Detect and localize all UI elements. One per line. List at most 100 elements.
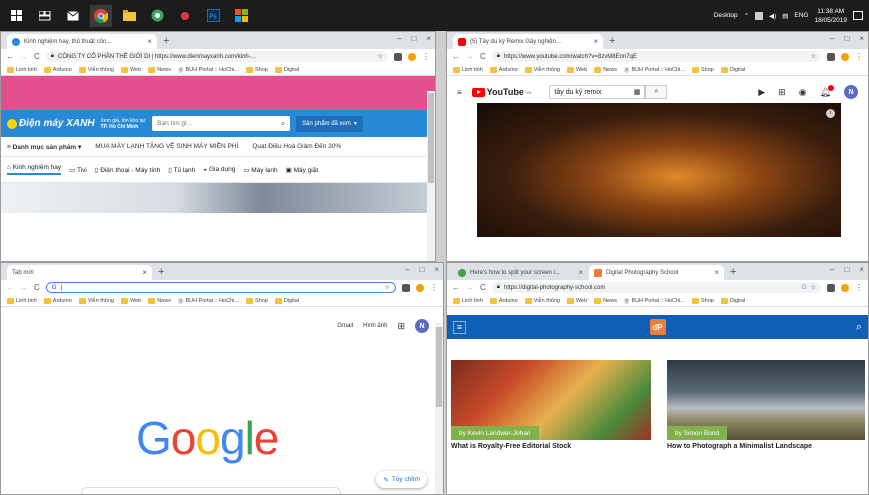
keyboard-icon[interactable]: ▦ bbox=[634, 88, 641, 96]
bookmark-folder[interactable]: Linh tinh bbox=[7, 66, 37, 73]
category-may-giat[interactable]: ▣ Máy giặt bbox=[286, 166, 319, 174]
bookmark-folder[interactable]: Linh tinh bbox=[453, 66, 483, 73]
star-icon[interactable]: ☆ bbox=[385, 284, 390, 291]
bookmark-folder[interactable]: Web bbox=[566, 297, 587, 304]
close-tab-icon[interactable]: × bbox=[147, 37, 152, 46]
customize-button[interactable]: ✎ Tùy chỉnh bbox=[376, 471, 427, 488]
bookmark-folder[interactable]: News bbox=[594, 66, 617, 73]
desktop-label[interactable]: Desktop bbox=[714, 12, 738, 19]
bookmark-folder[interactable]: News bbox=[594, 297, 617, 304]
new-tab-icon[interactable]: + bbox=[163, 35, 169, 47]
tab-dienmayxanh[interactable]: Kinh nghiệm hay, thủ thuật côn... × bbox=[7, 34, 157, 49]
tray-app-icon[interactable] bbox=[755, 11, 764, 20]
close-tab-icon[interactable]: × bbox=[714, 268, 719, 277]
extension-icon[interactable] bbox=[416, 283, 424, 292]
video-player[interactable]: i bbox=[477, 103, 841, 237]
category-menu-button[interactable]: ≡ Danh mục sản phẩm ▾ bbox=[7, 143, 81, 151]
category-dien-thoai[interactable]: ▯ Điện thoại - Máy tính bbox=[95, 166, 160, 174]
promo-link[interactable]: Quạt Điều Hoà Giảm Đến 30% bbox=[252, 143, 341, 150]
language-indicator[interactable]: ENG bbox=[794, 12, 808, 19]
new-tab-icon[interactable]: + bbox=[609, 35, 615, 47]
close-tab-icon[interactable]: × bbox=[593, 37, 598, 46]
tab-dps[interactable]: Digital Photography School × bbox=[589, 265, 724, 280]
search-box[interactable] bbox=[81, 487, 341, 494]
bookmark-folder[interactable]: Linh tinh bbox=[453, 297, 483, 304]
star-icon[interactable]: ☆ bbox=[378, 53, 383, 60]
category-tu-lanh[interactable]: ▯ Tủ lạnh bbox=[168, 166, 195, 174]
bookmark-folder[interactable]: Arduino bbox=[489, 297, 518, 304]
bookmark-folder[interactable]: Web bbox=[566, 66, 587, 73]
close-window-icon[interactable]: × bbox=[426, 34, 431, 43]
extension-icon[interactable] bbox=[402, 283, 410, 292]
network-icon[interactable]: ▤ bbox=[782, 12, 788, 20]
article-title[interactable]: What is Royalty-Free Editorial Stock bbox=[451, 443, 571, 450]
maximize-icon[interactable]: □ bbox=[419, 265, 424, 274]
forward-icon[interactable]: → bbox=[20, 283, 28, 292]
article-card-image[interactable]: by Simon Bond bbox=[667, 360, 865, 440]
search-input[interactable]: tây du ký remix ▦ bbox=[549, 85, 646, 99]
bookmark-folder[interactable]: Viễn thông bbox=[78, 66, 114, 73]
close-window-icon[interactable]: × bbox=[434, 265, 439, 274]
bookmark-folder[interactable]: Shop bbox=[245, 297, 268, 304]
gmail-link[interactable]: Gmail bbox=[337, 323, 353, 329]
task-view-icon[interactable] bbox=[34, 5, 56, 27]
extension-icon[interactable] bbox=[827, 52, 835, 61]
apps-grid-icon[interactable]: ⊞ bbox=[778, 87, 786, 98]
category-kinh-nghiem[interactable]: ⌂ Kinh nghiệm hay bbox=[7, 164, 62, 175]
scrollbar[interactable] bbox=[427, 91, 435, 261]
bookmark-folder[interactable]: News bbox=[148, 66, 171, 73]
site-logo[interactable]: Điện máy XANH bbox=[7, 118, 95, 129]
star-icon[interactable]: ☆ bbox=[811, 284, 816, 291]
extension-icon[interactable] bbox=[408, 52, 416, 61]
bookmark-folder[interactable]: Shop bbox=[691, 297, 714, 304]
create-video-icon[interactable]: ▶ bbox=[758, 87, 765, 98]
tab-youtube[interactable]: (5) Tây du ký Remix Gây nghiện... × bbox=[453, 34, 603, 49]
menu-dots-icon[interactable]: ⋮ bbox=[855, 283, 863, 292]
bookmark-folder[interactable]: News bbox=[148, 297, 171, 304]
minimize-icon[interactable]: – bbox=[397, 34, 401, 43]
article-card-image[interactable]: by Kevin Landwer-Johan bbox=[451, 360, 651, 440]
bookmark-link[interactable]: Ⓑ BUH Portal :: HoChi... bbox=[624, 66, 685, 74]
reload-icon[interactable]: C bbox=[34, 283, 40, 292]
address-bar[interactable]: 🔒︎ https://digital-photography-school.co… bbox=[491, 282, 821, 293]
notifications-bell-icon[interactable]: 🔔︎ bbox=[820, 84, 834, 98]
article-title[interactable]: How to Photograph a Minimalist Landscape bbox=[667, 443, 812, 450]
bookmark-folder[interactable]: Linh tinh bbox=[7, 297, 37, 304]
forward-icon[interactable]: → bbox=[466, 52, 474, 61]
maximize-icon[interactable]: □ bbox=[411, 34, 416, 43]
star-icon[interactable]: ☆ bbox=[811, 53, 816, 60]
green-app-icon[interactable] bbox=[146, 5, 168, 27]
notifications-icon[interactable] bbox=[853, 11, 863, 20]
maximize-icon[interactable]: □ bbox=[844, 265, 849, 274]
search-icon[interactable]: ⌕ bbox=[856, 321, 862, 334]
bookmark-folder[interactable]: Shop bbox=[245, 66, 268, 73]
chevron-up-icon[interactable]: ⌃ bbox=[744, 12, 749, 20]
location-selector[interactable]: Xem giá, tồn kho tại: TP. Hồ Chí Minh bbox=[101, 118, 147, 130]
back-icon[interactable]: ← bbox=[6, 283, 14, 292]
mail-icon[interactable] bbox=[62, 5, 84, 27]
bookmark-folder[interactable]: Digital bbox=[720, 66, 745, 73]
back-icon[interactable]: ← bbox=[452, 283, 460, 292]
messages-icon[interactable]: ◉ bbox=[799, 87, 807, 98]
bookmark-folder[interactable]: Digital bbox=[274, 66, 299, 73]
bookmark-folder[interactable]: Viễn thông bbox=[524, 297, 560, 304]
promo-link[interactable]: MUA MÁY LẠNH TẶNG VỆ SINH MÁY MIỄN PHÍ bbox=[95, 143, 238, 150]
extension-icon[interactable] bbox=[394, 52, 402, 61]
forward-icon[interactable]: → bbox=[466, 283, 474, 292]
reload-icon[interactable]: C bbox=[480, 283, 486, 292]
scrollbar[interactable] bbox=[435, 323, 443, 494]
bookmark-folder[interactable]: Viễn thông bbox=[78, 297, 114, 304]
author-badge[interactable]: by Simon Bond bbox=[667, 426, 728, 440]
search-input[interactable]: Bạn tìm gì... ⌕ bbox=[152, 116, 291, 131]
extension-icon[interactable] bbox=[827, 283, 835, 292]
back-icon[interactable]: ← bbox=[452, 52, 460, 61]
bookmark-link[interactable]: Ⓑ BUH Portal :: HoChi... bbox=[178, 66, 239, 74]
avatar[interactable]: N bbox=[415, 319, 429, 333]
bookmark-link[interactable]: Ⓑ BUH Portal :: HoChi... bbox=[178, 297, 239, 305]
minimize-icon[interactable]: – bbox=[830, 34, 834, 43]
reload-icon[interactable]: C bbox=[34, 52, 40, 61]
bookmark-folder[interactable]: Arduino bbox=[489, 66, 518, 73]
avatar[interactable]: N bbox=[844, 85, 858, 99]
info-icon[interactable]: i bbox=[826, 109, 835, 118]
close-tab-icon[interactable]: × bbox=[578, 268, 583, 277]
